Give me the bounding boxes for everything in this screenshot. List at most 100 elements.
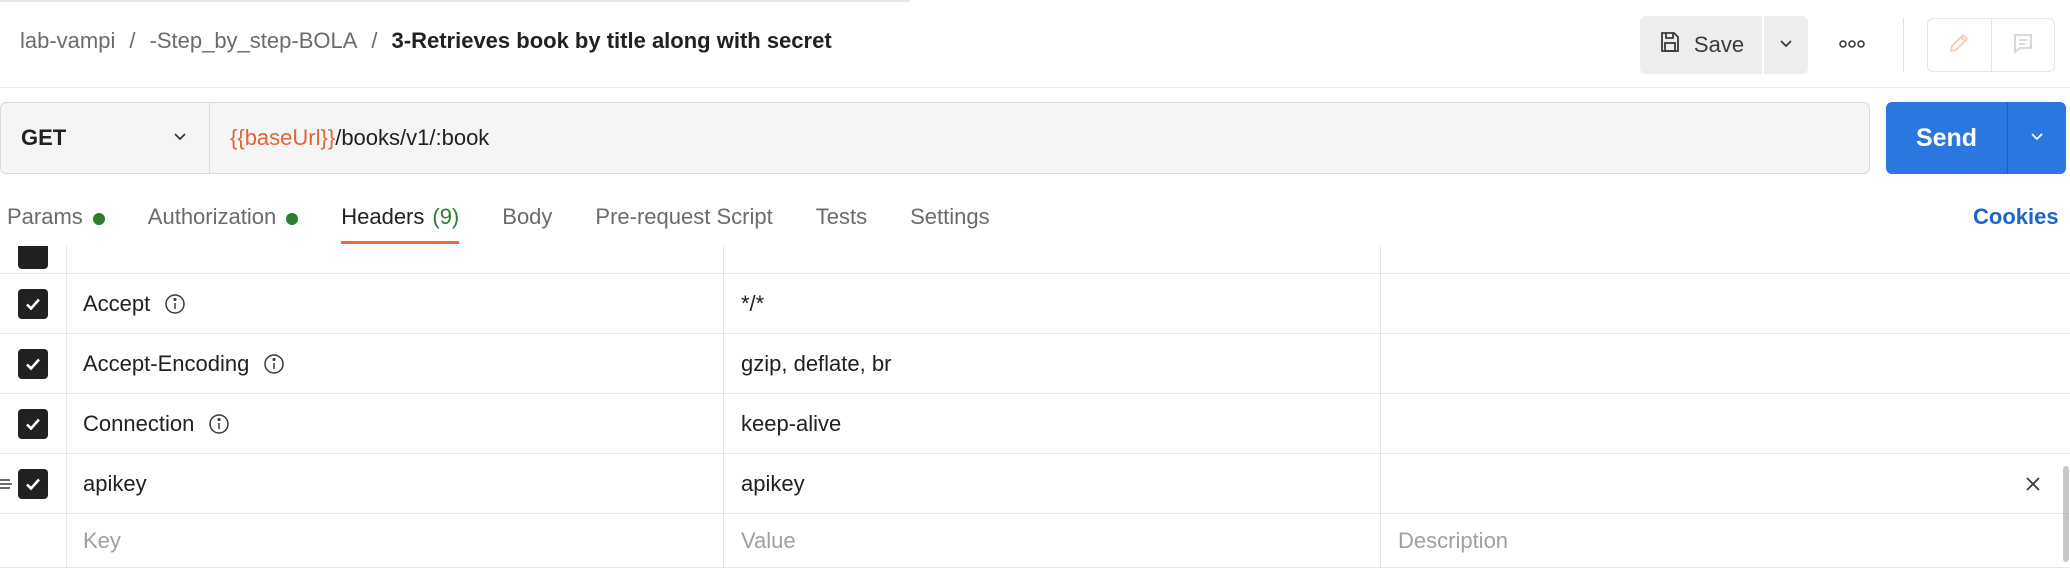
tab-label: Tests [815, 204, 868, 229]
tab-tests[interactable]: Tests [816, 198, 867, 246]
row-checkbox-cell [0, 246, 67, 273]
header-key: Connection [83, 410, 195, 436]
chevron-down-icon [171, 125, 189, 151]
row-checkbox-cell [0, 334, 67, 393]
key-cell[interactable]: Key [67, 514, 724, 567]
row-checkbox-cell [0, 394, 67, 453]
pencil-icon [1947, 31, 1971, 60]
description-cell[interactable] [1381, 274, 2070, 333]
save-button[interactable]: Save [1640, 16, 1762, 74]
header-key: apikey [83, 470, 147, 496]
table-row-new: Key Value Description [0, 514, 2070, 568]
key-cell[interactable]: Connection [67, 394, 724, 453]
value-cell[interactable]: keep-alive [724, 394, 1381, 453]
tab-count-badge: (9) [432, 204, 460, 229]
table-row: Connection keep-alive [0, 394, 2070, 454]
tab-label: Pre-request Script [595, 204, 773, 229]
chevron-down-icon [2028, 127, 2046, 150]
tab-label: Headers [341, 204, 425, 229]
edit-button[interactable] [1928, 19, 1991, 71]
row-checkbox[interactable] [18, 288, 48, 319]
info-icon[interactable] [164, 293, 186, 315]
breadcrumb-separator: / [129, 28, 136, 53]
save-group: Save [1640, 16, 1808, 74]
url-variable: {{baseUrl}} [230, 125, 336, 150]
headers-table: Accept */* Accept-Encoding gzip, deflate… [0, 246, 2070, 568]
request-title[interactable]: 3-Retrieves book by title along with sec… [392, 28, 832, 54]
toolbar-divider [1903, 18, 1904, 72]
row-checkbox[interactable] [18, 348, 48, 379]
request-tabs: Params Authorization Headers (9) Body Pr… [0, 198, 1033, 246]
key-cell[interactable]: Accept-Encoding [67, 334, 724, 393]
url-path: /books/v1/:book [335, 125, 490, 150]
key-cell[interactable]: Accept [67, 274, 724, 333]
tab-settings[interactable]: Settings [910, 198, 990, 246]
tab-pre-request-script[interactable]: Pre-request Script [595, 198, 772, 246]
breadcrumb-folder[interactable]: -Step_by_step-BOLA [150, 28, 358, 54]
value-cell[interactable]: gzip, deflate, br [724, 334, 1381, 393]
cookies-link[interactable]: Cookies [1973, 204, 2059, 230]
tab-label: Authorization [147, 204, 277, 229]
info-icon[interactable] [263, 353, 285, 375]
send-group: Send [1886, 102, 2066, 174]
table-row-partial [0, 246, 2070, 274]
table-row: Accept */* [0, 274, 2070, 334]
save-options-button[interactable] [1764, 16, 1808, 74]
send-options-button[interactable] [2007, 102, 2066, 174]
description-cell[interactable]: Description [1381, 514, 2070, 567]
request-header: lab-vampi / -Step_by_step-BOLA / 3-Retri… [0, 2, 2070, 88]
tab-label: Body [502, 204, 553, 229]
row-checkbox-cell [0, 514, 67, 567]
value-cell[interactable]: apikey [724, 454, 1381, 513]
key-cell[interactable] [67, 246, 724, 273]
comments-button[interactable] [1990, 19, 2055, 71]
header-value: gzip, deflate, br [741, 350, 892, 376]
breadcrumb: lab-vampi / -Step_by_step-BOLA / 3-Retri… [20, 28, 832, 54]
description-placeholder: Description [1398, 527, 1509, 553]
value-cell[interactable] [724, 246, 1381, 273]
breadcrumb-collection[interactable]: lab-vampi [20, 28, 115, 54]
value-placeholder: Value [741, 527, 796, 553]
tab-authorization[interactable]: Authorization [147, 198, 299, 246]
header-value: */* [741, 290, 765, 316]
header-value: apikey [741, 470, 805, 496]
status-dot [286, 213, 299, 225]
header-value: keep-alive [741, 410, 842, 436]
description-cell[interactable] [1381, 334, 2070, 393]
tab-headers[interactable]: Headers (9) [341, 198, 460, 246]
table-row: apikey apikey [0, 454, 2070, 514]
save-label: Save [1693, 32, 1745, 57]
row-checkbox[interactable] [18, 468, 48, 499]
chevron-down-icon [1777, 34, 1795, 57]
comment-icon [2011, 31, 2035, 60]
status-dot [92, 213, 105, 225]
key-placeholder: Key [83, 527, 121, 553]
method-label: GET [21, 125, 67, 150]
breadcrumb-separator: / [371, 28, 378, 53]
table-row: Accept-Encoding gzip, deflate, br [0, 334, 2070, 394]
floppy-disk-icon [1658, 30, 1682, 60]
method-select[interactable]: GET [1, 103, 210, 173]
send-button[interactable]: Send [1886, 102, 2007, 174]
url-bar: GET {{baseUrl}}/books/v1/:book [0, 102, 1870, 174]
value-cell[interactable]: Value [724, 514, 1381, 567]
tab-label: Settings [910, 204, 990, 229]
header-key: Accept-Encoding [83, 350, 250, 376]
description-cell[interactable] [1381, 394, 2070, 453]
value-cell[interactable]: */* [724, 274, 1381, 333]
tab-body[interactable]: Body [502, 198, 552, 246]
more-actions-button[interactable] [1830, 16, 1874, 74]
key-cell[interactable]: apikey [67, 454, 724, 513]
header-key: Accept [83, 290, 151, 316]
row-checkbox-cell [0, 274, 67, 333]
tab-params[interactable]: Params [7, 198, 105, 246]
row-checkbox[interactable] [18, 246, 48, 269]
info-icon[interactable] [208, 413, 230, 435]
scrollbar-thumb[interactable] [2063, 466, 2069, 562]
url-input[interactable]: {{baseUrl}}/books/v1/:book [210, 103, 1869, 173]
description-cell[interactable] [1381, 246, 2070, 273]
row-checkbox[interactable] [18, 408, 48, 439]
delete-row-icon[interactable] [2024, 454, 2042, 513]
description-cell[interactable] [1381, 454, 2070, 513]
side-tools [1927, 18, 2055, 72]
